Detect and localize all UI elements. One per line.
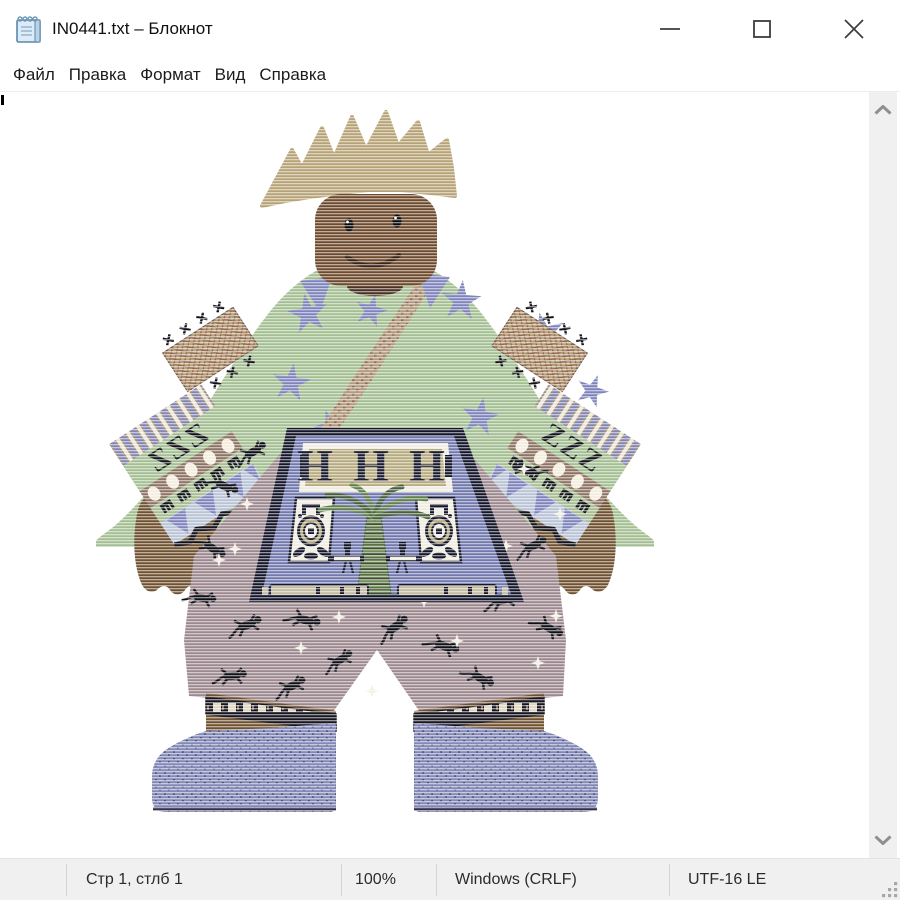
vertical-scrollbar[interactable]	[869, 92, 897, 858]
menu-file[interactable]: Файл	[6, 58, 62, 91]
menu-format[interactable]: Формат	[133, 58, 207, 91]
statusbar-separator	[341, 864, 342, 896]
chevron-down-icon[interactable]	[874, 835, 892, 845]
window-controls	[624, 0, 900, 58]
title-bar[interactable]: IN0441.txt – Блокнот	[0, 0, 900, 58]
art-scanline-overlay	[90, 104, 665, 820]
notepad-icon	[13, 13, 45, 45]
status-encoding: UTF-16 LE	[688, 859, 766, 900]
menu-edit[interactable]: Правка	[62, 58, 133, 91]
window-title: IN0441.txt – Блокнот	[52, 0, 213, 58]
minimize-button[interactable]	[624, 0, 716, 58]
statusbar-separator	[66, 864, 67, 896]
notepad-window: { "window": { "title": "IN0441.txt – Бло…	[0, 0, 900, 900]
menu-help[interactable]: Справка	[252, 58, 333, 91]
text-art-figure: ZZZ	[0, 92, 868, 858]
resize-grip-icon[interactable]	[880, 880, 898, 898]
menu-bar: Файл Правка Формат Вид Справка	[0, 58, 900, 92]
statusbar-separator	[436, 864, 437, 896]
close-icon	[843, 18, 865, 40]
status-zoom-level: 100%	[355, 859, 396, 900]
maximize-icon	[751, 18, 773, 40]
close-button[interactable]	[808, 0, 900, 58]
minimize-icon	[659, 18, 681, 40]
chevron-up-icon[interactable]	[874, 105, 892, 115]
menu-view[interactable]: Вид	[208, 58, 253, 91]
text-area[interactable]: ZZZ	[0, 92, 868, 858]
status-cursor-position: Стр 1, стлб 1	[86, 859, 183, 900]
status-bar: Стр 1, стлб 1 100% Windows (CRLF) UTF-16…	[0, 858, 900, 900]
maximize-button[interactable]	[716, 0, 808, 58]
status-line-ending: Windows (CRLF)	[455, 859, 577, 900]
statusbar-separator	[669, 864, 670, 896]
